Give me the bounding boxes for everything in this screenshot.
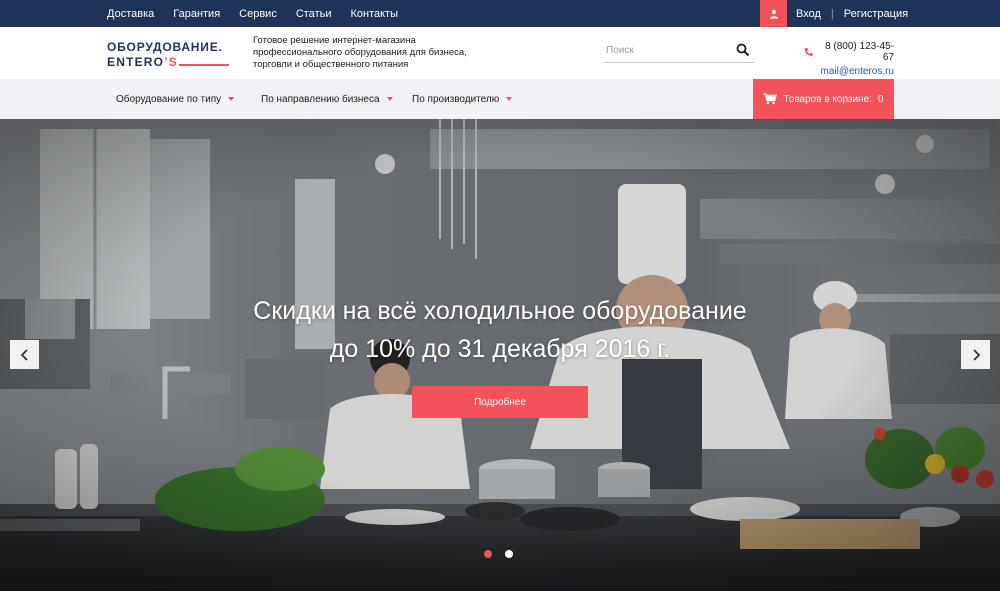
top-bar: Доставка Гарантия Сервис Статьи Контакты… <box>0 0 1000 27</box>
logo-line-1: ОБОРУДОВАНИЕ. <box>107 40 223 54</box>
logo[interactable]: ОБОРУДОВАНИЕ. ENTERO’S <box>107 40 229 69</box>
search-box <box>604 39 754 63</box>
cart-label: Товаров в корзине: <box>783 93 872 105</box>
nav-by-business[interactable]: По направлению бизнеса <box>261 79 393 119</box>
top-nav: Доставка Гарантия Сервис Статьи Контакты <box>107 0 417 27</box>
email-link[interactable]: mail@enteros.ru <box>804 66 894 77</box>
cart-icon <box>763 93 778 105</box>
chevron-down-icon <box>228 97 235 101</box>
nav-by-business-label: По направлению бизнеса <box>261 93 380 105</box>
search-input[interactable] <box>604 39 729 61</box>
chevron-down-icon <box>386 97 393 101</box>
logo-line-2-prefix: ENTERO <box>107 55 165 69</box>
site-header: ОБОРУДОВАНИЕ. ENTERO’S Готовое решение и… <box>0 27 1000 79</box>
top-nav-service[interactable]: Сервис <box>239 8 277 20</box>
slider-dot-1[interactable] <box>484 550 492 558</box>
user-button[interactable] <box>760 0 787 27</box>
phone: 8 (800) 123-45-67 <box>804 41 894 63</box>
slider-prev-button[interactable] <box>10 340 39 369</box>
nav-by-manufacturer-label: По производителю <box>412 93 500 105</box>
user-icon <box>769 9 778 18</box>
chevron-right-icon <box>972 348 980 361</box>
contacts: 8 (800) 123-45-67 mail@enteros.ru <box>804 41 894 77</box>
phone-number[interactable]: 8 (800) 123-45-67 <box>818 41 894 63</box>
hero-headline: Скидки на всё холодильное оборудование д… <box>0 292 1000 368</box>
slider-dot-2[interactable] <box>505 550 513 558</box>
cart-button[interactable]: Товаров в корзине: 0 <box>753 79 894 119</box>
auth-links: Вход | Регистрация <box>796 0 908 27</box>
top-nav-warranty[interactable]: Гарантия <box>173 8 220 20</box>
search-icon[interactable] <box>736 43 750 57</box>
top-nav-articles[interactable]: Статьи <box>296 8 332 20</box>
slider-next-button[interactable] <box>961 340 990 369</box>
auth-separator: | <box>830 7 834 20</box>
cart-count: 0 <box>877 93 884 105</box>
logo-underline <box>179 64 229 66</box>
hero-headline-line-1: Скидки на всё холодильное оборудование <box>253 297 747 325</box>
more-button[interactable]: Подробнее <box>412 386 588 418</box>
chevron-left-icon <box>20 348 28 361</box>
logo-line-2-suffix: ’S <box>164 55 178 69</box>
chevron-down-icon <box>506 97 513 101</box>
phone-icon <box>804 48 813 56</box>
top-nav-delivery[interactable]: Доставка <box>107 8 154 20</box>
page-bottom <box>0 591 1000 600</box>
register-link[interactable]: Регистрация <box>844 8 908 20</box>
tagline: Готовое решение интернет-магазина профес… <box>253 35 467 70</box>
hero-headline-line-2: до 10% до 31 декабря 2016 г. <box>329 335 671 363</box>
hero-slider: Скидки на всё холодильное оборудование д… <box>0 119 1000 591</box>
login-link[interactable]: Вход <box>796 8 821 20</box>
nav-by-manufacturer[interactable]: По производителю <box>412 79 513 119</box>
top-nav-contacts[interactable]: Контакты <box>350 8 398 20</box>
main-nav: Оборудование по типу По направлению бизн… <box>0 79 1000 119</box>
slider-dots <box>484 550 526 558</box>
nav-by-type-label: Оборудование по типу <box>116 93 222 105</box>
logo-line-2: ENTERO’S <box>107 55 227 69</box>
nav-by-type[interactable]: Оборудование по типу <box>116 79 235 119</box>
